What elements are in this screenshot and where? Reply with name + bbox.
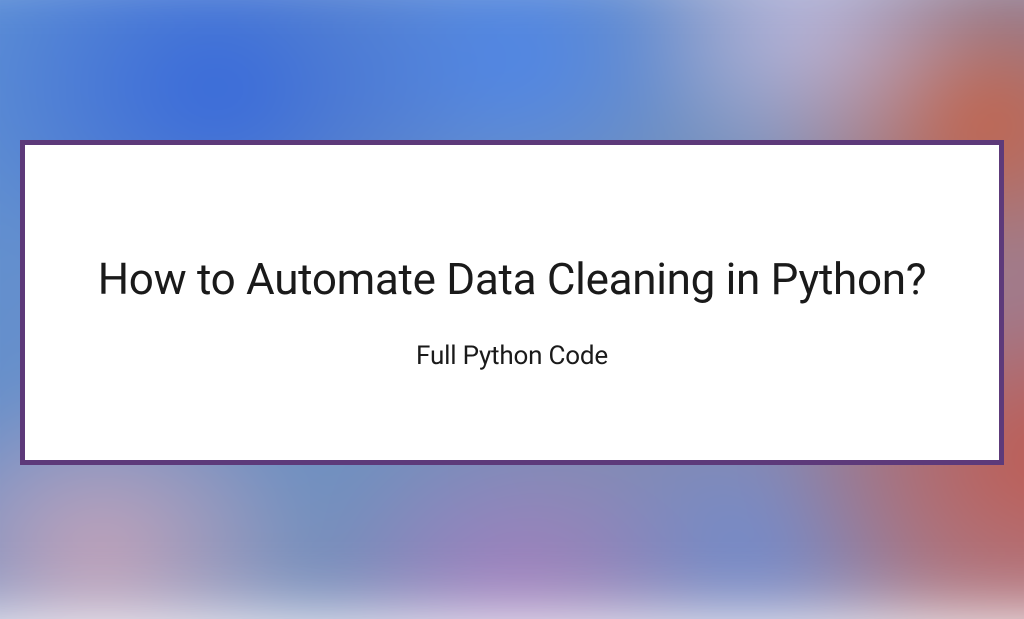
subtitle: Full Python Code [416, 341, 608, 371]
title-card: How to Automate Data Cleaning in Python?… [20, 140, 1004, 465]
main-title: How to Automate Data Cleaning in Python? [98, 235, 927, 323]
